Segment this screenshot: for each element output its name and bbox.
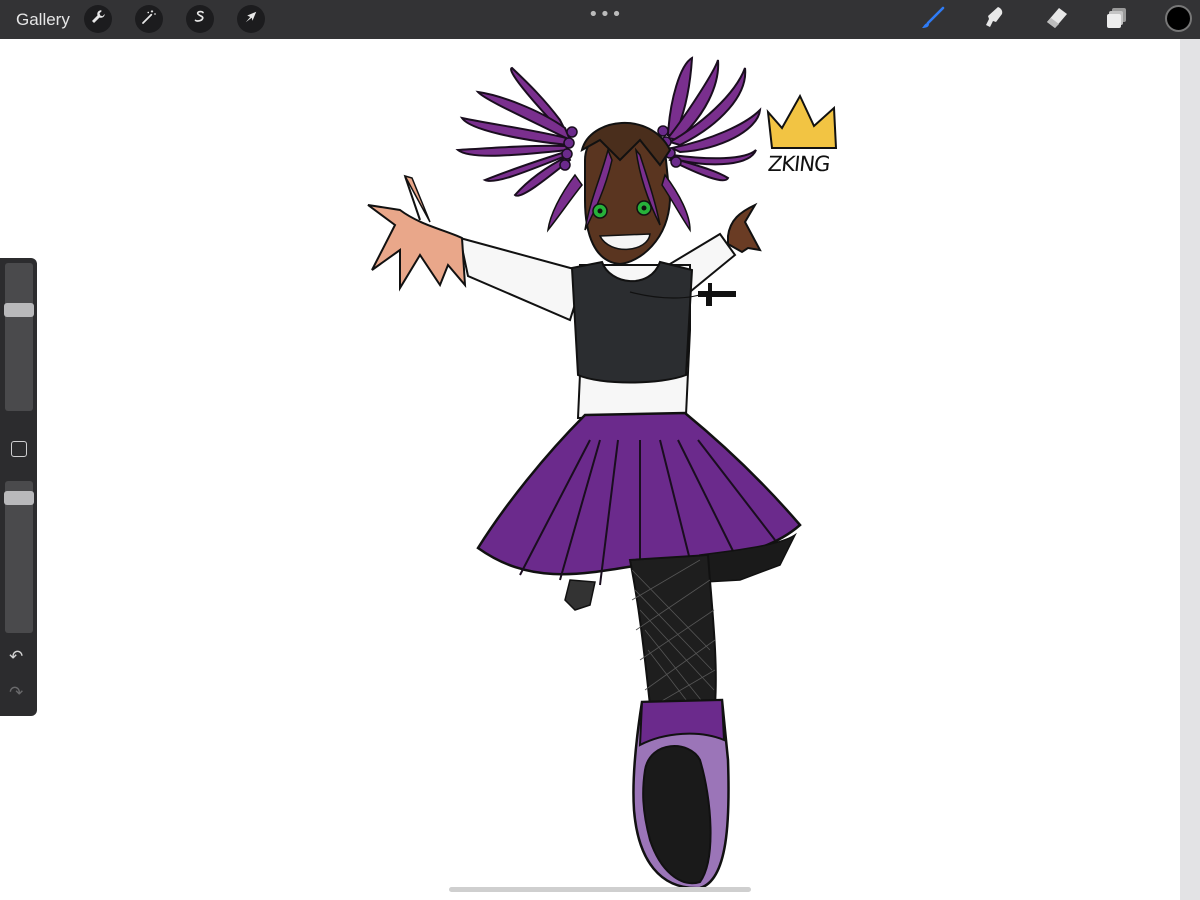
- brush-size-slider[interactable]: [5, 263, 33, 411]
- left-sleeve: [458, 236, 587, 322]
- smudge-icon: [981, 5, 1007, 36]
- brush-icon: [920, 5, 946, 36]
- magic-wand-icon: [140, 8, 158, 31]
- undo-button[interactable]: ↶: [9, 647, 23, 667]
- right-pigtail: [666, 56, 762, 182]
- cross-pendant: [698, 283, 736, 306]
- opacity-thumb[interactable]: [4, 490, 34, 505]
- home-indicator: [449, 887, 751, 892]
- smudge-tool-button[interactable]: [979, 5, 1009, 35]
- color-picker-swatch[interactable]: [1165, 5, 1192, 32]
- redo-button[interactable]: ↷: [9, 683, 23, 703]
- actions-button[interactable]: [84, 5, 112, 33]
- crown-drawing: [766, 93, 838, 149]
- brush-tool-button[interactable]: [918, 5, 948, 35]
- selection-button[interactable]: [186, 5, 214, 33]
- eyedropper-modify-button[interactable]: [11, 441, 27, 457]
- adjustments-button[interactable]: [135, 5, 163, 33]
- layers-icon: [1104, 5, 1130, 36]
- left-hand: [367, 204, 467, 292]
- left-pigtail: [455, 66, 572, 197]
- wrench-icon: [89, 8, 107, 31]
- top-toolbar: Gallery •••: [0, 0, 1200, 39]
- brush-sidebar: ↶ ↷: [0, 258, 37, 716]
- canvas-edge: [1180, 39, 1200, 900]
- gallery-button[interactable]: Gallery: [16, 10, 70, 30]
- signature-text: ZKING: [766, 152, 831, 176]
- brush-size-thumb[interactable]: [4, 303, 34, 318]
- eraser-tool-button[interactable]: [1041, 5, 1071, 35]
- undo-icon: ↶: [9, 647, 24, 667]
- right-hand: [727, 202, 762, 254]
- layers-button[interactable]: [1102, 5, 1132, 35]
- redo-icon: ↷: [9, 683, 24, 703]
- back-foot: [564, 579, 596, 611]
- transform-button[interactable]: [237, 5, 265, 33]
- character-artwork: [367, 56, 838, 890]
- drawing-canvas[interactable]: ZKING: [0, 39, 1180, 900]
- eraser-icon: [1043, 5, 1069, 36]
- arrow-cursor-icon: [242, 8, 260, 31]
- more-menu-button[interactable]: •••: [588, 4, 623, 25]
- selection-s-icon: [191, 8, 209, 31]
